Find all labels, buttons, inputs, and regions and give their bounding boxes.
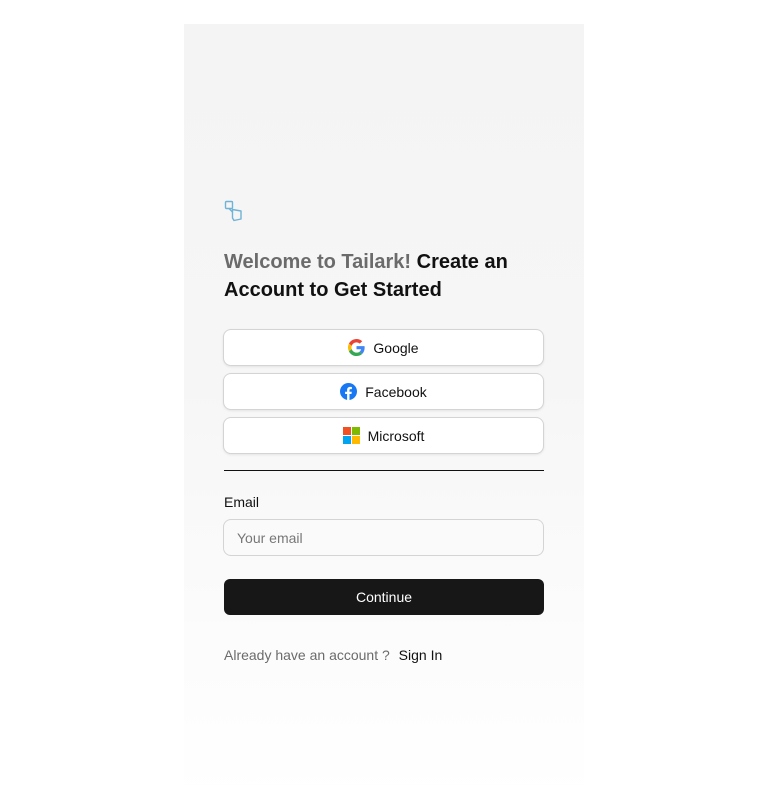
facebook-icon bbox=[340, 383, 358, 400]
signup-panel: Welcome to Tailark! Create an Account to… bbox=[184, 24, 584, 800]
email-label: Email bbox=[224, 494, 260, 510]
social-login-group: Google Facebook Microsoft bbox=[223, 329, 544, 454]
google-login-label: Google bbox=[373, 339, 419, 356]
signin-prompt-text: Already have an account ? bbox=[224, 647, 390, 663]
microsoft-login-button[interactable]: Microsoft bbox=[223, 417, 544, 454]
email-field[interactable] bbox=[223, 519, 544, 556]
page-title: Welcome to Tailark! Create an Account to… bbox=[224, 248, 544, 304]
microsoft-login-label: Microsoft bbox=[367, 427, 425, 444]
title-welcome: Welcome to Tailark! bbox=[224, 251, 412, 273]
microsoft-icon bbox=[342, 427, 360, 444]
divider bbox=[224, 470, 544, 471]
signin-link[interactable]: Sign In bbox=[399, 647, 443, 663]
tailark-logo-icon bbox=[224, 200, 242, 222]
google-icon bbox=[348, 339, 366, 356]
continue-button[interactable]: Continue bbox=[224, 579, 544, 615]
facebook-login-button[interactable]: Facebook bbox=[223, 373, 544, 410]
facebook-login-label: Facebook bbox=[365, 383, 427, 400]
signin-prompt: Already have an account ? Sign In bbox=[224, 647, 544, 663]
google-login-button[interactable]: Google bbox=[223, 329, 544, 366]
signup-form-container: Welcome to Tailark! Create an Account to… bbox=[223, 200, 544, 663]
